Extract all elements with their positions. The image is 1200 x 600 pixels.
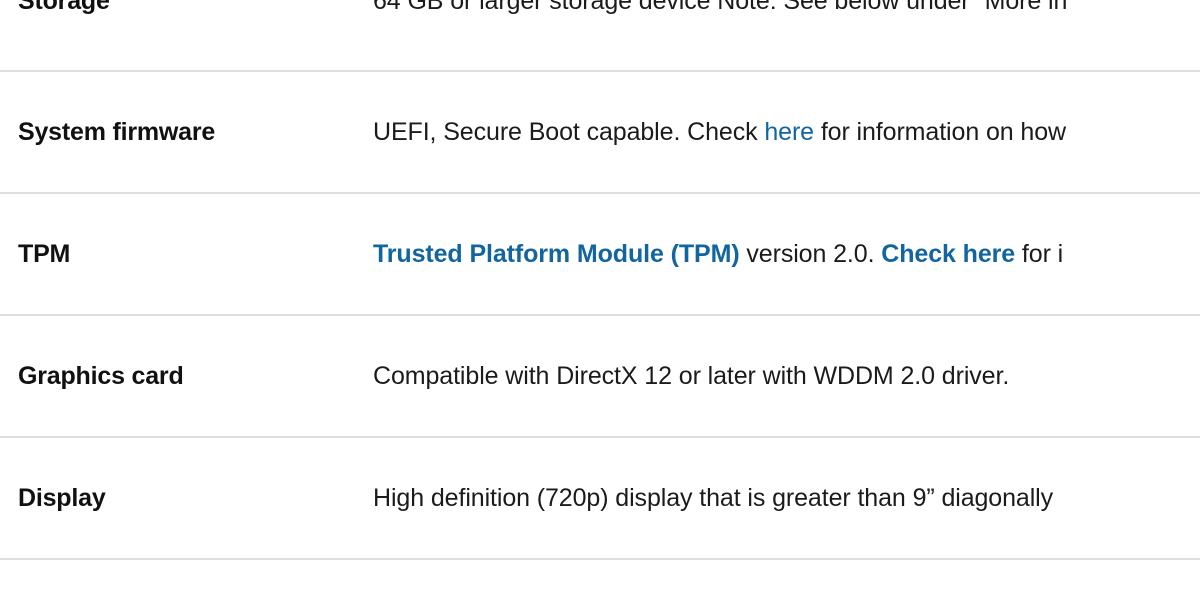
table-row: Display High definition (720p) display th… [0,438,1200,560]
spec-label: Storage [18,0,110,15]
spec-value: 64 GB or larger storage device Note: See… [373,0,1200,16]
spec-value-link[interactable]: here [764,118,814,146]
spec-value: UEFI, Secure Boot capable. Check here fo… [373,118,1200,147]
spec-value: Trusted Platform Module (TPM) version 2.… [373,240,1200,269]
spec-label: System firmware [18,117,216,146]
spec-label: TPM [18,239,71,268]
spec-label: Display [18,483,106,512]
table-row: Storage 64 GB or larger storage device No… [0,0,1200,72]
spec-value-text: Compatible with DirectX 12 or later with… [373,361,1010,390]
system-requirements-table: Storage 64 GB or larger storage device No… [0,0,1200,600]
spec-value: High definition (720p) display that is g… [373,484,1200,513]
spec-value: Compatible with DirectX 12 or later with… [373,362,1200,391]
table-row: TPM Trusted Platform Module (TPM) version… [0,194,1200,316]
spec-value-text: for information on how [813,117,1066,146]
spec-value-text: for i [1015,239,1064,268]
spec-value-text: 64 GB or larger storage device Note: See… [373,0,1068,15]
spec-value-text: version 2.0. [739,239,882,268]
spec-value-text: UEFI, Secure Boot capable. Check [373,117,765,146]
spec-label: Graphics card [18,361,184,390]
table-row: Graphics card Compatible with DirectX 12 … [0,316,1200,438]
spec-value-text: High definition (720p) display that is g… [373,483,1054,512]
table-row: System firmware UEFI, Secure Boot capable… [0,72,1200,194]
spec-value-link[interactable]: Check here [881,240,1015,268]
spec-value-link[interactable]: Trusted Platform Module (TPM) [373,240,740,268]
